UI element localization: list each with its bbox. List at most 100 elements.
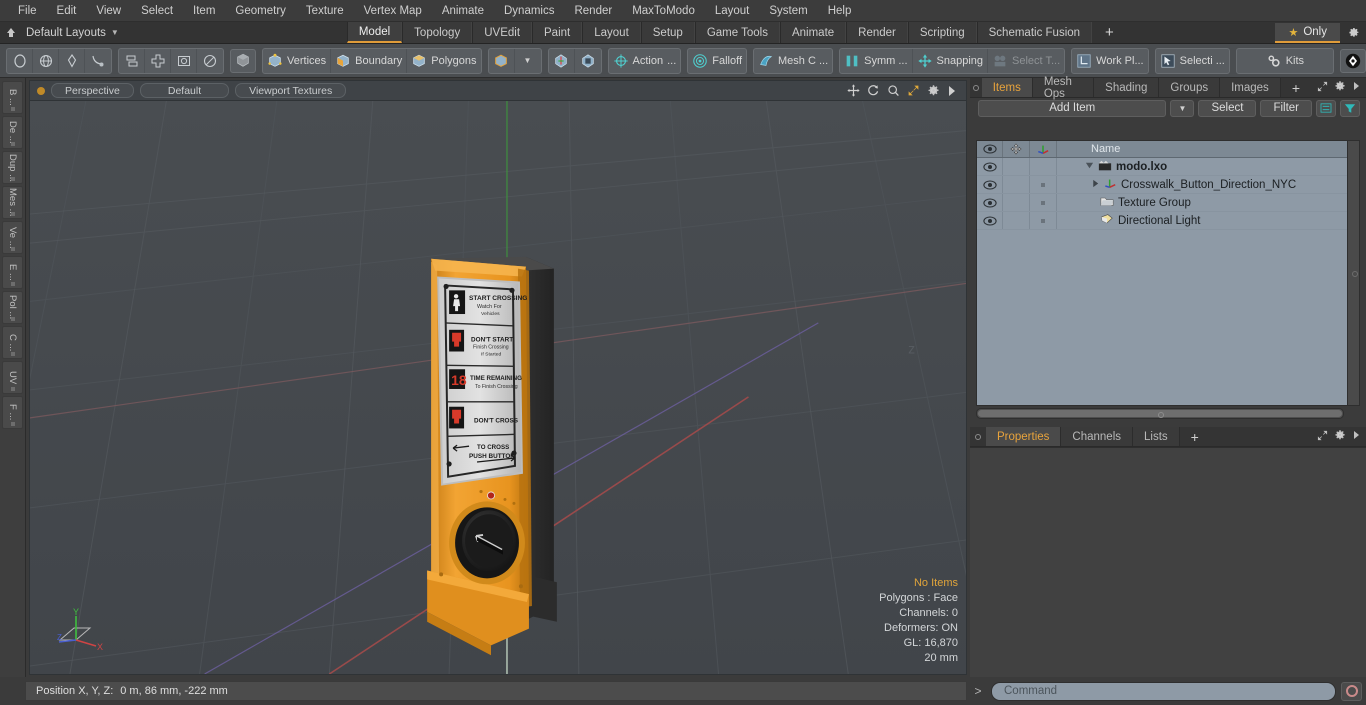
curve-tool-icon[interactable] xyxy=(85,49,111,73)
column-axis-icon[interactable] xyxy=(1030,141,1057,157)
row-name-cell[interactable]: Crosswalk_Button_Direction_NYC xyxy=(1057,176,1359,193)
select-button[interactable]: Select xyxy=(1198,99,1257,117)
tab-properties[interactable]: Properties xyxy=(986,427,1062,446)
vtab-vertex[interactable]: Ve ... xyxy=(2,221,23,254)
tab-channels[interactable]: Channels xyxy=(1061,427,1134,446)
vtab-fusion[interactable]: F ... xyxy=(2,396,23,429)
add-item-button[interactable]: Add Item xyxy=(978,99,1167,117)
list-options-icon[interactable] xyxy=(1316,99,1336,117)
column-lock-icon[interactable] xyxy=(1003,141,1030,157)
menu-vertex-map[interactable]: Vertex Map xyxy=(354,3,432,19)
vtab-mesh-edit[interactable]: Mes ... xyxy=(2,186,23,219)
expander-down-icon[interactable] xyxy=(1085,161,1094,173)
menu-maxtomodo[interactable]: MaxToModo xyxy=(622,3,705,19)
panel-gear-icon[interactable] xyxy=(1334,429,1346,444)
menu-animate[interactable]: Animate xyxy=(432,3,494,19)
command-record-icon[interactable] xyxy=(1341,681,1362,701)
row-lock-cell[interactable] xyxy=(1003,158,1030,175)
menu-view[interactable]: View xyxy=(86,3,131,19)
vtab-duplicate[interactable]: Dup ... xyxy=(2,151,23,184)
selection-mode-cube-icon[interactable] xyxy=(230,48,256,73)
menu-dynamics[interactable]: Dynamics xyxy=(494,3,564,19)
tab-setup[interactable]: Setup xyxy=(640,22,695,43)
only-toggle-button[interactable]: ★ Only xyxy=(1275,23,1340,43)
menu-render[interactable]: Render xyxy=(564,3,622,19)
item-list-vertical-scrollbar[interactable] xyxy=(1347,140,1360,406)
vtab-uv[interactable]: UV xyxy=(2,361,23,394)
snapping-button[interactable]: Snapping xyxy=(913,48,989,73)
tab-lists[interactable]: Lists xyxy=(1133,427,1180,446)
menu-file[interactable]: File xyxy=(8,3,47,19)
items-panel-menu-dot-icon[interactable] xyxy=(970,78,982,97)
symmetry-button[interactable]: Symm ... xyxy=(840,48,913,73)
item-mode-dropdown-icon[interactable]: ▼ xyxy=(515,49,541,73)
expander-right-icon[interactable] xyxy=(1091,179,1100,191)
pen-tool-icon[interactable] xyxy=(59,48,85,73)
row-axis-cell[interactable] xyxy=(1030,176,1057,193)
selection-button[interactable]: Selecti ... xyxy=(1156,49,1229,73)
rotate-icon[interactable] xyxy=(867,84,880,97)
panel-gear-icon[interactable] xyxy=(1334,80,1346,95)
tab-topology[interactable]: Topology xyxy=(402,22,473,43)
column-visibility-eye-icon[interactable] xyxy=(977,141,1003,157)
falloff-button[interactable]: Falloff xyxy=(688,49,746,73)
item-list[interactable]: Name modo.lxo Crosswalk_Button_Direction… xyxy=(976,140,1360,406)
row-visibility-eye-icon[interactable] xyxy=(977,158,1003,175)
popout-icon[interactable] xyxy=(1317,81,1328,95)
viewport-perspective-button[interactable]: Perspective xyxy=(51,83,134,98)
command-input[interactable]: Command xyxy=(991,681,1336,701)
tab-scripting[interactable]: Scripting xyxy=(907,22,977,43)
row-visibility-eye-icon[interactable] xyxy=(977,176,1003,193)
tab-animate[interactable]: Animate xyxy=(779,22,847,43)
play-icon[interactable] xyxy=(947,85,957,97)
row-name-cell[interactable]: modo.lxo xyxy=(1057,158,1359,175)
default-layouts-dropdown[interactable]: Default Layouts ▼ xyxy=(22,22,129,43)
items-add-tab-button[interactable]: + xyxy=(1281,78,1311,97)
tab-layout[interactable]: Layout xyxy=(582,22,641,43)
tab-groups[interactable]: Groups xyxy=(1159,78,1221,97)
layout-settings-gear-icon[interactable] xyxy=(1340,22,1366,43)
popout-icon[interactable] xyxy=(1317,430,1328,444)
center-tool-icon[interactable] xyxy=(145,48,171,73)
kits-button[interactable]: Kits xyxy=(1237,49,1333,73)
tab-uvedit[interactable]: UVEdit xyxy=(472,22,533,43)
table-row[interactable]: modo.lxo xyxy=(977,158,1359,176)
row-visibility-eye-icon[interactable] xyxy=(977,194,1003,211)
vtab-deform[interactable]: De ... xyxy=(2,116,23,149)
viewport-textures-button[interactable]: Viewport Textures xyxy=(235,83,347,98)
item-mode-cube-icon[interactable] xyxy=(489,48,515,73)
move-icon[interactable] xyxy=(847,84,860,97)
bounding-box-tool-icon[interactable] xyxy=(171,48,197,73)
mode-polygons-button[interactable]: Polygons xyxy=(407,49,480,73)
tab-game-tools[interactable]: Game Tools xyxy=(694,22,780,43)
mode-boundary-button[interactable]: Boundary xyxy=(331,48,408,73)
menu-select[interactable]: Select xyxy=(131,3,183,19)
table-row[interactable]: Directional Light xyxy=(977,212,1359,230)
tab-schematic-fusion[interactable]: Schematic Fusion xyxy=(976,22,1093,43)
ellipse-tool-icon[interactable] xyxy=(7,48,33,73)
row-name-cell[interactable]: Directional Light xyxy=(1057,212,1359,229)
menu-edit[interactable]: Edit xyxy=(47,3,87,19)
panel-menu-arrow-icon[interactable] xyxy=(1352,81,1360,94)
tab-mesh-ops[interactable]: Mesh Ops xyxy=(1032,76,1095,100)
tab-images[interactable]: Images xyxy=(1220,78,1281,97)
menu-help[interactable]: Help xyxy=(818,3,862,19)
row-lock-cell[interactable] xyxy=(1003,176,1030,193)
tab-render[interactable]: Render xyxy=(846,22,908,43)
globe-tool-icon[interactable] xyxy=(33,48,59,73)
table-row[interactable]: Texture Group xyxy=(977,194,1359,212)
vtab-curve[interactable]: C ... xyxy=(2,326,23,359)
mode-vertices-button[interactable]: Vertices xyxy=(263,48,332,73)
filter-button[interactable]: Filter xyxy=(1260,99,1312,117)
properties-menu-dot-icon[interactable] xyxy=(970,427,986,446)
menu-texture[interactable]: Texture xyxy=(296,3,354,19)
select-through-button[interactable]: Select T... xyxy=(988,49,1064,73)
gear-icon[interactable] xyxy=(927,84,940,97)
modo-logo-icon[interactable] xyxy=(1339,48,1366,73)
row-lock-cell[interactable] xyxy=(1003,194,1030,211)
menu-geometry[interactable]: Geometry xyxy=(225,3,296,19)
row-lock-cell[interactable] xyxy=(1003,212,1030,229)
mesh-constraint-button[interactable]: Mesh C ... xyxy=(754,49,832,73)
vtab-basic[interactable]: B ... xyxy=(2,81,23,114)
panel-menu-arrow-icon[interactable] xyxy=(1352,430,1360,443)
